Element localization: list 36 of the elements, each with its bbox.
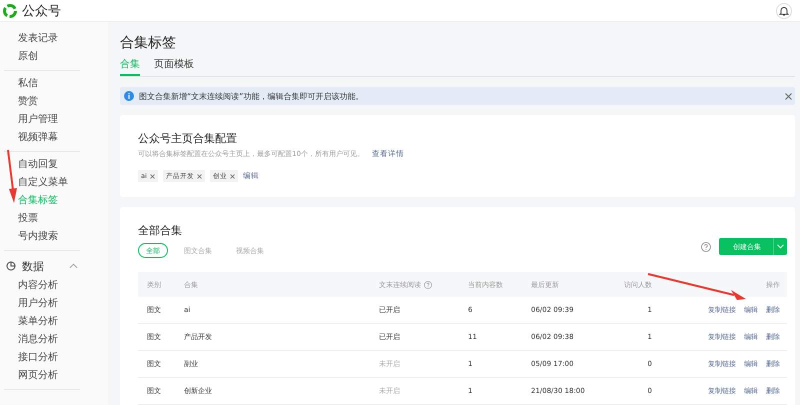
sidebar-item[interactable]: 消息分析 (4, 331, 108, 349)
page-title: 合集标签 (120, 34, 177, 52)
sidebar-item[interactable]: 接口分析 (4, 349, 108, 367)
help-icon[interactable] (424, 280, 432, 288)
sidebar-section-header[interactable]: 数据 (4, 255, 80, 277)
remove-icon[interactable] (150, 174, 155, 178)
sidebar-item[interactable]: 号内搜索 (4, 228, 108, 246)
notice-text: 图文合集新增“文末连续阅读”功能，编辑合集即可开启该功能。 (139, 90, 364, 102)
sidebar-item[interactable]: 发表记录 (4, 30, 108, 48)
help-icon[interactable] (701, 242, 711, 252)
card-title: 全部合集 (138, 223, 183, 238)
sidebar-item[interactable]: 赞赏 (4, 93, 108, 111)
close-icon[interactable] (785, 92, 792, 100)
sidebar-item[interactable]: 自动回复 (4, 156, 108, 174)
remove-icon[interactable] (196, 174, 202, 178)
chevron-icon (69, 263, 78, 269)
sidebar-item[interactable]: 私信 (4, 75, 108, 93)
info-icon (124, 91, 134, 101)
sidebar-item[interactable]: 原创 (4, 48, 108, 66)
annotation-arrow (7, 150, 17, 203)
chart-icon (6, 261, 16, 271)
sidebar-item[interactable]: 用户分析 (4, 295, 108, 313)
tab[interactable]: 页面模板 (154, 57, 194, 76)
logo-icon (2, 2, 18, 18)
sidebar-item[interactable]: 投票 (4, 210, 108, 228)
chevron-down-icon (777, 244, 784, 249)
sidebar-item[interactable]: 自定义菜单 (4, 174, 108, 192)
sidebar-item[interactable]: 菜单分析 (4, 313, 108, 331)
sidebar-item[interactable]: 内容分析 (4, 277, 108, 295)
sidebar-item[interactable]: 用户管理 (4, 111, 108, 129)
remove-icon[interactable] (230, 174, 235, 178)
notification-bell-icon[interactable] (776, 2, 792, 18)
logo-text: 公众号 (22, 2, 61, 20)
sidebar-item[interactable]: 视频弹幕 (4, 129, 108, 147)
card-title: 公众号主页合集配置 (138, 131, 238, 146)
sidebar-item[interactable]: 网页分析 (4, 367, 108, 385)
